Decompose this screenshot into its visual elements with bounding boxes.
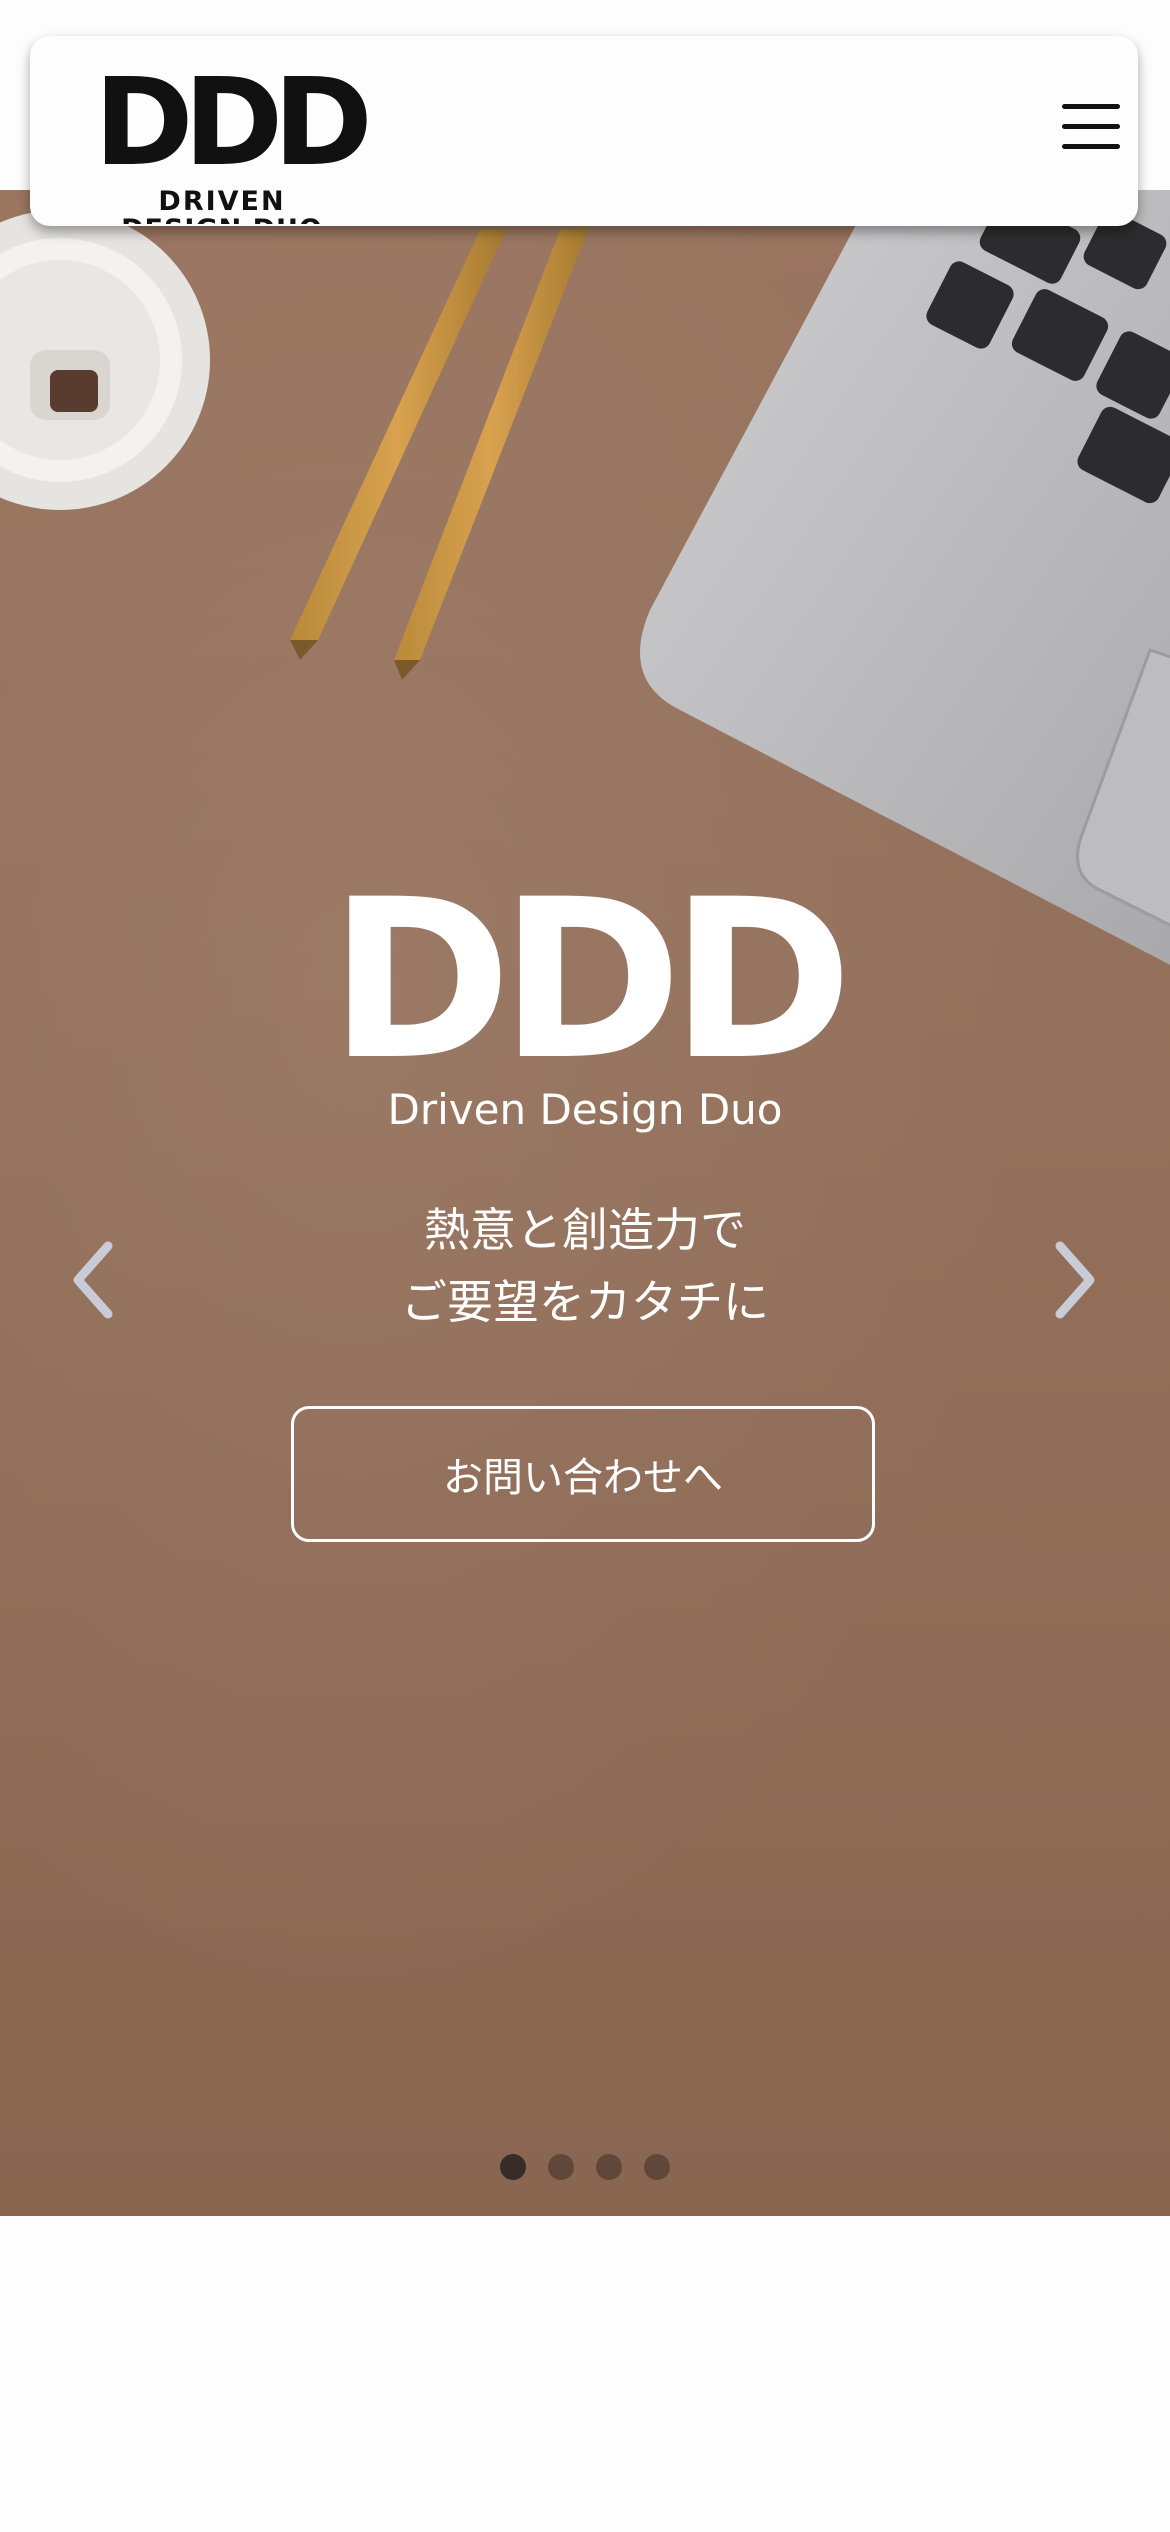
carousel-prev-button[interactable]: [56, 1230, 136, 1330]
carousel-dot-3[interactable]: [596, 2154, 622, 2180]
hero-tagline-line1: 熱意と創造力で: [424, 1203, 746, 1257]
carousel-dot-4[interactable]: [644, 2154, 670, 2180]
hero-tagline-line2: ご要望をカタチに: [401, 1275, 769, 1329]
chevron-left-icon: [73, 1241, 113, 1319]
hero-title: DDD: [329, 852, 853, 1108]
logo-line2: DESIGN DUO: [121, 214, 323, 224]
site-header: DDD DRIVEN DESIGN DUO: [30, 36, 1138, 245]
carousel-pagination: [0, 2154, 1170, 2184]
carousel-dot-1[interactable]: [500, 2154, 526, 2180]
hero-slider: DDD Driven Design Duo 熱意と創造力で ご要望をカタチに お…: [0, 190, 1170, 2216]
hero-tagline: 熱意と創造力で ご要望をカタチに: [0, 1194, 1170, 1338]
hero-content: DDD Driven Design Duo 熱意と創造力で ご要望をカタチに お…: [0, 190, 1170, 2216]
site-logo[interactable]: DDD DRIVEN DESIGN DUO: [94, 54, 384, 245]
carousel-dot-2[interactable]: [548, 2154, 574, 2180]
contact-button[interactable]: お問い合わせへ: [291, 1406, 875, 1542]
logo-line1: DRIVEN: [158, 186, 285, 217]
hero-subtitle: Driven Design Duo: [387, 1085, 783, 1134]
chevron-right-icon: [1055, 1241, 1095, 1319]
carousel-next-button[interactable]: [1032, 1230, 1112, 1330]
hamburger-menu-button[interactable]: [1030, 94, 1130, 174]
logo-mark-text: DDD: [94, 64, 367, 193]
ddd-logo-mark: DDD DRIVEN DESIGN DUO: [94, 54, 377, 245]
